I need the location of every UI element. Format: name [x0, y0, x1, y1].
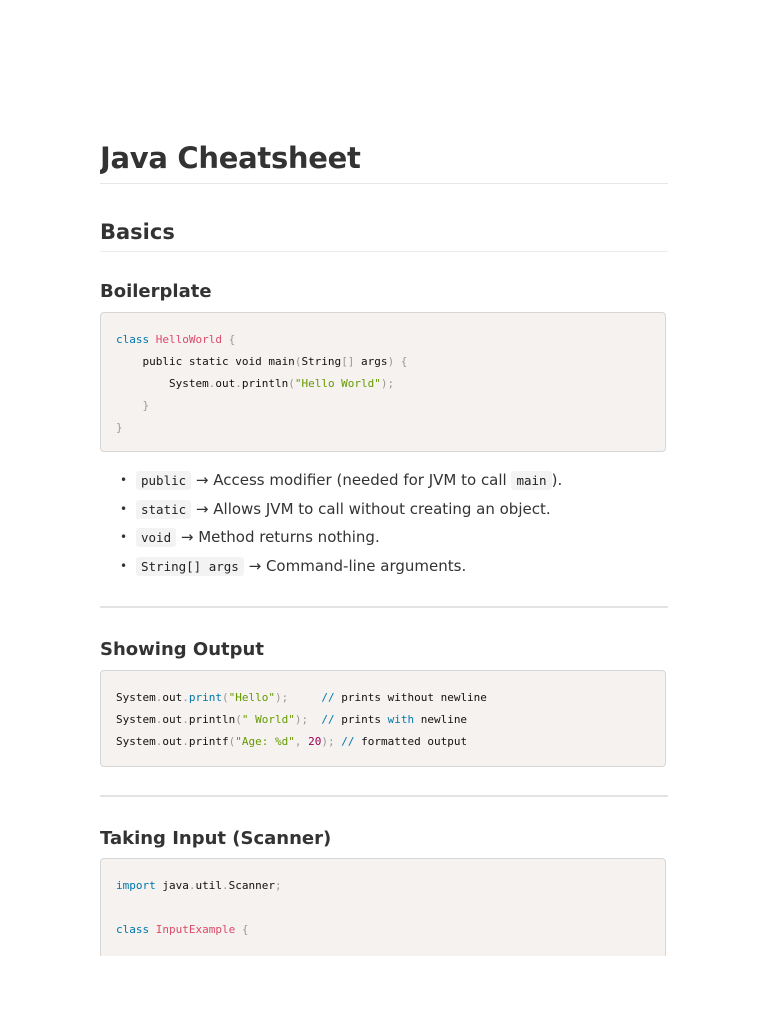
code-line: System.out.print("Hello"); // prints wit…	[116, 691, 487, 704]
code-line: import java.util.Scanner;	[116, 879, 282, 892]
inline-code: String[] args	[136, 556, 244, 576]
code-block-boilerplate[interactable]: class HelloWorld { public static void ma…	[100, 312, 666, 452]
code-line: System.out.printf("Age: %d", 20); // for…	[116, 735, 468, 748]
code-line: System.out.println("Hello World");	[116, 377, 395, 390]
title-underline	[100, 183, 668, 184]
subheading-boilerplate: Boilerplate	[100, 281, 212, 302]
code-line: }	[116, 399, 150, 412]
list-item: • String[] args → Command-line arguments.	[120, 556, 467, 576]
code-line: class InputExample {	[116, 923, 249, 936]
list-item: • public → Access modifier (needed for JV…	[120, 471, 563, 490]
section-underline	[100, 251, 668, 252]
inline-code: static	[136, 499, 192, 519]
bullet-list-modifiers: • public → Access modifier (needed for JV…	[120, 466, 562, 580]
code-line: class HelloWorld {	[116, 333, 236, 346]
code-line: public static void main(String[] args) {	[116, 355, 408, 368]
code-line: System.out.println(" World"); // prints …	[116, 713, 468, 726]
divider-1	[100, 606, 668, 608]
code-line: }	[116, 421, 123, 434]
divider-2	[100, 795, 668, 797]
subheading-showing-output: Showing Output	[100, 639, 264, 660]
inline-code: void	[136, 528, 177, 547]
page-title: Java Cheatsheet	[100, 141, 361, 175]
code-block-output[interactable]: System.out.print("Hello"); // prints wit…	[100, 670, 666, 767]
code-block-input[interactable]: import java.util.Scanner; class InputExa…	[100, 858, 666, 956]
list-item: • void → Method returns nothing.	[120, 528, 380, 547]
list-item: • static → Allows JVM to call without cre…	[120, 499, 551, 519]
inline-code: public	[136, 471, 192, 490]
inline-code: main	[511, 471, 552, 490]
document-page: Java Cheatsheet Basics Boilerplate class…	[100, 0, 668, 956]
section-heading-basics: Basics	[100, 220, 175, 244]
subheading-taking-input: Taking Input (Scanner)	[100, 828, 332, 849]
